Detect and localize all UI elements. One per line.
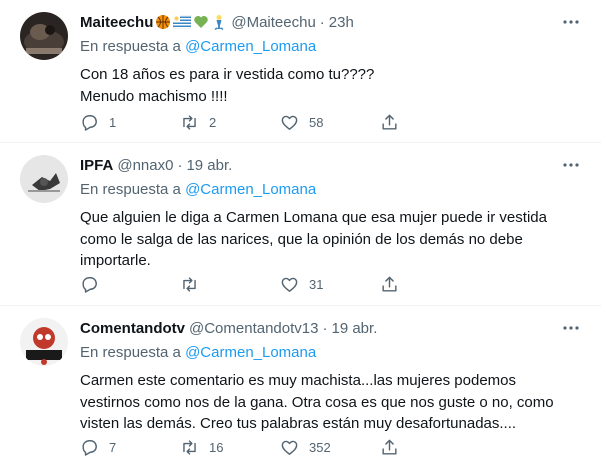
like-button[interactable]: 58 <box>280 111 380 133</box>
handle[interactable]: @Comentandotv13 <box>189 320 318 337</box>
tweet-text-line: importarle. <box>80 252 151 269</box>
retweet-icon <box>183 439 196 455</box>
reply-mention-link[interactable]: @Carmen_Lomana <box>185 181 316 198</box>
like-count: 31 <box>309 276 324 292</box>
reply-prefix: En respuesta a <box>80 344 181 361</box>
reply-prefix: En respuesta a <box>80 38 181 55</box>
share-icon <box>382 439 397 455</box>
tweet-text-line: vestirnos como nos de la gana. Otra cosa… <box>80 393 554 411</box>
green-heart-icon <box>194 16 209 28</box>
reply-context: En respuesta a @Carmen_Lomana <box>80 181 316 198</box>
display-name[interactable]: IPFA <box>80 157 113 174</box>
like-button[interactable]: 352 <box>280 436 380 458</box>
like-count: 352 <box>309 439 331 455</box>
share-icon <box>382 276 397 292</box>
timestamp[interactable]: 19 abr. <box>186 157 232 174</box>
tweet-text: Carmen este comentario es muy machista..… <box>80 370 580 435</box>
retweet-count: 16 <box>209 439 224 455</box>
retweet-button[interactable] <box>180 273 280 295</box>
timestamp[interactable]: 23h <box>329 14 354 31</box>
retweet-button[interactable]: 2 <box>180 111 280 133</box>
avatar[interactable] <box>20 318 68 366</box>
uruguay-flag-icon <box>173 15 192 29</box>
tweet-text: Con 18 años es para ir vestida como tu??… <box>80 64 580 107</box>
more-icon[interactable] <box>561 155 581 175</box>
tweet-text-line: Carmen este comentario es muy machista..… <box>80 372 517 389</box>
reply-icon <box>82 114 97 131</box>
separator-dot: · <box>322 319 328 337</box>
tweet[interactable]: Maiteechu @Maiteechu · 23h En respuesta … <box>0 0 601 143</box>
handle[interactable]: @nnax0 <box>117 157 173 174</box>
tweet-text: Que alguien le diga a Carmen Lomana que … <box>80 207 580 272</box>
tweet-header: Comentandotv @Comentandotv13 · 19 abr. <box>80 318 377 338</box>
like-button[interactable]: 31 <box>280 273 380 295</box>
like-icon <box>281 115 298 130</box>
tweet[interactable]: IPFA @nnax0 · 19 abr. En respuesta a @Ca… <box>0 143 601 306</box>
reply-context: En respuesta a @Carmen_Lomana <box>80 38 316 55</box>
reply-count: 1 <box>109 114 117 130</box>
retweet-count: 2 <box>209 114 217 130</box>
tweet-actions: 31 <box>80 273 510 295</box>
tweet-text-line: Que alguien le diga a Carmen Lomana que … <box>80 209 547 226</box>
tweet-actions: 1 2 58 <box>80 111 510 133</box>
separator-dot: · <box>177 156 183 174</box>
tweet-text-line: Con 18 años es para ir vestida como tu??… <box>80 66 375 83</box>
tweet-header: Maiteechu @Maiteechu · 23h <box>80 12 354 32</box>
name-emojis <box>155 14 227 30</box>
reply-count: 7 <box>109 439 117 455</box>
more-icon[interactable] <box>561 12 581 32</box>
tweet-actions: 7 16 352 <box>80 436 510 458</box>
retweet-button[interactable]: 16 <box>180 436 280 458</box>
retweet-icon <box>183 276 196 292</box>
like-count: 58 <box>309 114 324 130</box>
mermaid-icon <box>214 15 224 30</box>
reply-mention-link[interactable]: @Carmen_Lomana <box>185 344 316 361</box>
like-icon <box>281 440 298 455</box>
share-button[interactable] <box>380 436 409 458</box>
tweet-text-line: Menudo machismo !!!! <box>80 87 228 105</box>
share-icon <box>382 114 397 130</box>
reply-button[interactable]: 7 <box>80 436 180 458</box>
avatar[interactable] <box>20 155 68 203</box>
share-button[interactable] <box>380 273 409 295</box>
reply-prefix: En respuesta a <box>80 181 181 198</box>
tweet-header: IPFA @nnax0 · 19 abr. <box>80 155 232 175</box>
share-button[interactable] <box>380 111 409 133</box>
reply-mention-link[interactable]: @Carmen_Lomana <box>185 38 316 55</box>
reply-button[interactable] <box>80 273 180 295</box>
handle[interactable]: @Maiteechu <box>231 14 315 31</box>
more-icon[interactable] <box>561 318 581 338</box>
tweet-text-line: como le salga de las narices, que la opi… <box>80 230 523 248</box>
display-name[interactable]: Comentandotv <box>80 320 185 337</box>
like-icon <box>281 277 298 292</box>
tweet[interactable]: Comentandotv @Comentandotv13 · 19 abr. E… <box>0 306 601 467</box>
retweet-icon <box>183 114 196 130</box>
reply-icon <box>82 439 97 456</box>
display-name[interactable]: Maiteechu <box>80 14 153 31</box>
tweet-text-line: visten las demás. Creo tus palabras está… <box>80 415 517 432</box>
timestamp[interactable]: 19 abr. <box>331 320 377 337</box>
reply-button[interactable]: 1 <box>80 111 180 133</box>
basketball-icon <box>156 15 171 29</box>
avatar[interactable] <box>20 12 68 60</box>
separator-dot: · <box>319 13 325 31</box>
reply-context: En respuesta a @Carmen_Lomana <box>80 344 316 361</box>
reply-icon <box>82 276 97 293</box>
